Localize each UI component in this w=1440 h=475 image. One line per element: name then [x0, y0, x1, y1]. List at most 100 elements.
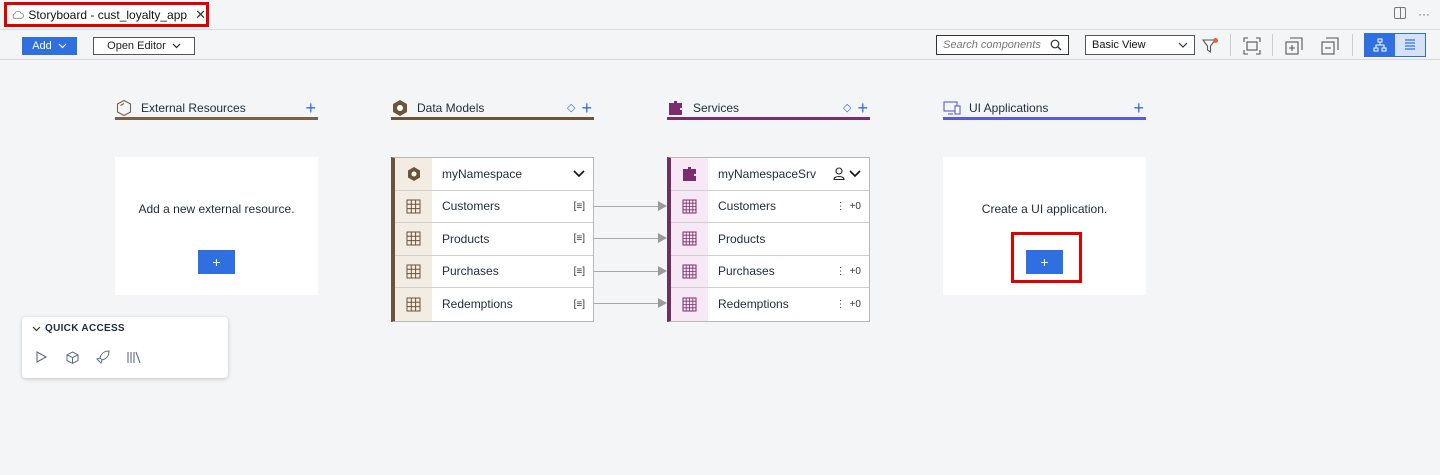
add-ui-application-icon[interactable]: + [1133, 99, 1144, 117]
entity-label: Products [442, 231, 490, 246]
open-editor-button[interactable]: Open Editor [93, 37, 195, 55]
search-input[interactable] [943, 39, 1043, 51]
service-entity-row[interactable]: Products [671, 223, 869, 256]
tab-title: Storyboard - cust_loyalty_app [28, 7, 188, 22]
entity-row[interactable]: Purchases [≡] [395, 255, 593, 288]
quick-access-header[interactable]: QUICK ACCESS [32, 323, 125, 334]
more-actions-icon[interactable]: ··· [1418, 7, 1430, 21]
quick-access-title: QUICK ACCESS [45, 323, 125, 334]
filter-icon[interactable] [1200, 36, 1220, 56]
user-icon[interactable] [833, 167, 845, 181]
view-toggle [1364, 33, 1426, 57]
service-entity-row[interactable]: Purchases ⋮ +0 [671, 255, 869, 288]
add-data-model-icon[interactable]: + [581, 99, 592, 117]
ui-applications-underline [943, 117, 1146, 120]
search-field[interactable] [936, 35, 1069, 55]
data-models-title: Data Models [417, 100, 485, 115]
external-resources-empty-message: Add a new external resource. [138, 202, 295, 216]
associations-badge[interactable]: ⋮ +0 [836, 299, 861, 310]
hierarchy-icon [1373, 38, 1387, 52]
service-entity-label: Products [718, 231, 766, 246]
external-resources-title: External Resources [141, 100, 246, 115]
rocket-icon[interactable] [96, 350, 110, 364]
run-icon[interactable] [34, 350, 48, 364]
entity-details-icon[interactable]: [≡] [574, 233, 585, 244]
connector-arrowhead [658, 266, 667, 276]
split-editor-icon[interactable] [1394, 7, 1406, 19]
namespace-row[interactable]: myNamespace [395, 158, 593, 191]
projection-table-icon [671, 255, 708, 287]
associations-count: +0 [849, 200, 861, 212]
storyboard-tab[interactable]: Storyboard - cust_loyalty_app ✕ [4, 2, 209, 27]
service-icon [671, 158, 708, 190]
diamond-icon[interactable]: ◇ [567, 101, 575, 114]
service-row[interactable]: myNamespaceSrv [671, 158, 869, 191]
toolbar-divider [1230, 34, 1231, 56]
add-service-icon[interactable]: + [857, 99, 868, 117]
open-editor-label: Open Editor [107, 40, 166, 52]
chevron-down-icon [1178, 42, 1188, 48]
library-icon[interactable] [127, 350, 141, 364]
list-view-button[interactable] [1395, 34, 1425, 56]
entity-details-icon[interactable]: [≡] [574, 201, 585, 212]
highlight-box [1011, 232, 1082, 283]
add-external-resource-icon[interactable]: + [305, 99, 316, 117]
associations-count: +0 [849, 298, 861, 310]
cube-icon[interactable] [65, 350, 79, 364]
search-icon[interactable] [1050, 39, 1062, 51]
table-icon [395, 190, 432, 222]
projection-table-icon [671, 288, 708, 321]
entity-row[interactable]: Customers [≡] [395, 190, 593, 223]
entity-connector [594, 303, 660, 304]
chevron-down-icon [172, 43, 181, 49]
entity-row[interactable]: Products [≡] [395, 223, 593, 256]
service-entity-label: Customers [718, 199, 777, 214]
service-entity-label: Redemptions [718, 297, 789, 312]
add-button[interactable]: Add [22, 37, 77, 55]
associations-badge[interactable]: ⋮ +0 [836, 201, 861, 212]
service-name: myNamespaceSrv [718, 166, 817, 181]
close-icon[interactable]: ✕ [195, 7, 206, 23]
expand-all-icon[interactable] [1284, 36, 1304, 56]
chevron-down-icon[interactable] [573, 170, 585, 178]
projection-table-icon [671, 190, 708, 222]
cloud-icon [12, 10, 24, 19]
connector-arrowhead [658, 201, 667, 211]
add-button-label: Add [32, 40, 52, 52]
external-resource-icon [115, 99, 133, 117]
add-external-resource-button[interactable]: + [198, 250, 235, 274]
list-icon [1405, 39, 1415, 50]
entity-connector [594, 206, 660, 207]
diagram-view-button[interactable] [1365, 34, 1395, 56]
associations-icon: ⋮ [835, 265, 846, 277]
entity-connector [594, 238, 660, 239]
fit-to-screen-icon[interactable] [1242, 36, 1262, 56]
data-model-icon [391, 99, 409, 117]
service-entity-row[interactable]: Redemptions ⋮ +0 [671, 288, 869, 321]
associations-icon: ⋮ [835, 200, 846, 212]
entity-connector [594, 271, 660, 272]
view-select[interactable]: Basic View [1085, 35, 1195, 55]
collapse-all-icon[interactable] [1320, 36, 1340, 56]
associations-badge[interactable]: ⋮ +0 [836, 266, 861, 277]
entity-details-icon[interactable]: [≡] [574, 266, 585, 277]
diamond-icon[interactable]: ◇ [843, 101, 851, 114]
ui-applications-empty-message: Create a UI application. [981, 202, 1108, 216]
service-icon [667, 99, 685, 117]
services-underline [667, 117, 870, 120]
toolbar-divider [1352, 34, 1353, 56]
ui-applications-title: UI Applications [969, 100, 1049, 115]
entity-label: Purchases [442, 264, 499, 279]
service-entity-row[interactable]: Customers ⋮ +0 [671, 190, 869, 223]
service-card: myNamespaceSrv Customers ⋮ +0 Products Pu… [667, 157, 870, 322]
service-entity-label: Purchases [718, 264, 775, 279]
entity-label: Redemptions [442, 297, 513, 312]
services-title: Services [693, 100, 740, 115]
connector-arrowhead [658, 298, 667, 308]
namespace-name: myNamespace [442, 166, 523, 181]
chevron-down-icon[interactable] [849, 170, 861, 178]
entity-row[interactable]: Redemptions [≡] [395, 288, 593, 321]
table-icon [395, 288, 432, 321]
data-models-underline [391, 117, 594, 120]
entity-details-icon[interactable]: [≡] [574, 299, 585, 310]
